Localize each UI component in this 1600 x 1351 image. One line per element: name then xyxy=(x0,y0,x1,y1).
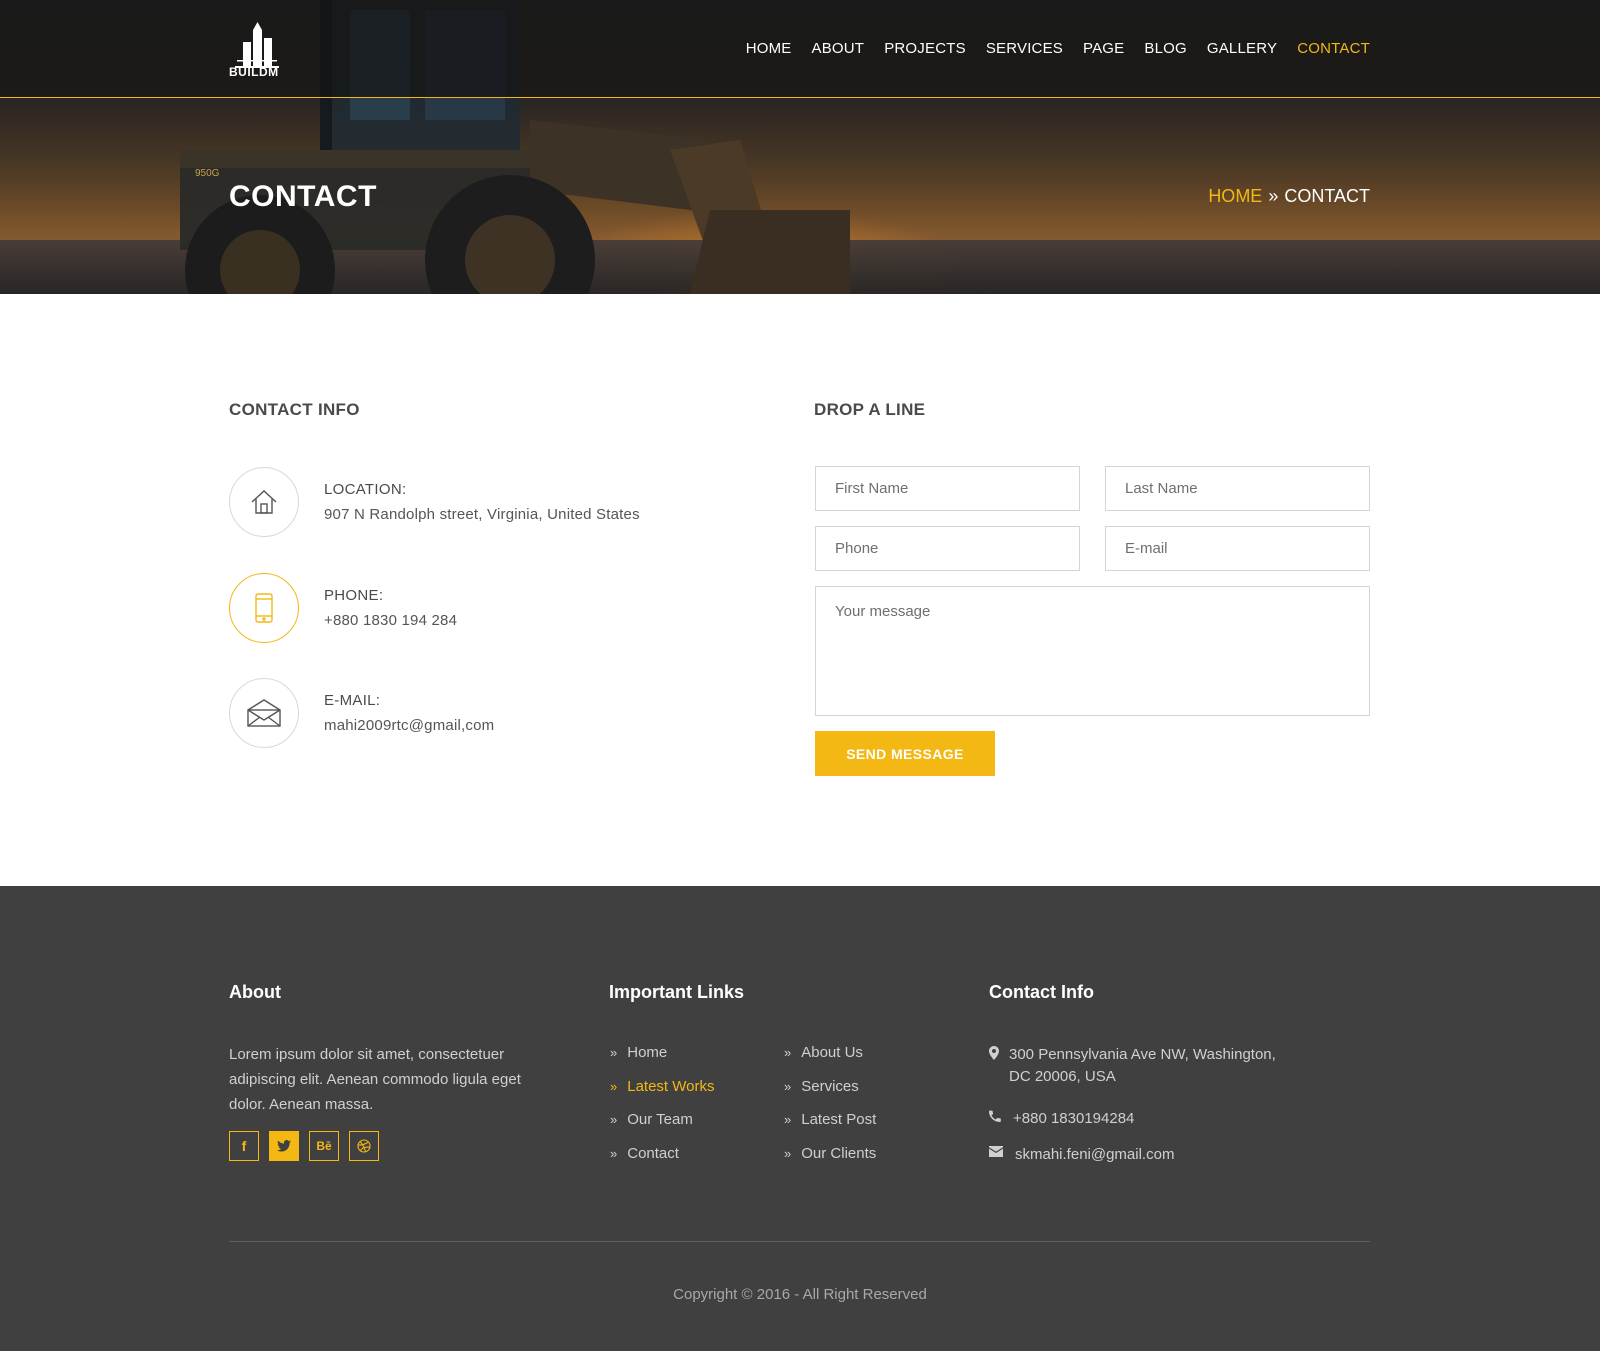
footer-divider xyxy=(229,1241,1370,1242)
nav-gallery[interactable]: GALLERY xyxy=(1207,40,1277,57)
footer-contact-title: Contact Info xyxy=(989,982,1094,1002)
footer-link-about-us[interactable]: » About Us xyxy=(784,1044,863,1061)
last-name-input[interactable] xyxy=(1105,466,1370,511)
first-name-input[interactable] xyxy=(815,466,1080,511)
footer-address-line1: 300 Pennsylvania Ave NW, Washington, xyxy=(1009,1046,1276,1063)
nav-projects[interactable]: PROJECTS xyxy=(884,40,966,57)
location-info: LOCATION: 907 N Randolph street, Virgini… xyxy=(229,467,709,539)
footer-about-text: Lorem ipsum dolor sit amet, consectetuer… xyxy=(229,1046,521,1113)
double-chevron-right-icon: » xyxy=(784,1045,792,1060)
footer-link-our-clients[interactable]: » Our Clients xyxy=(784,1145,876,1162)
phone-value: +880 1830 194 284 xyxy=(324,612,458,629)
phone-label: PHONE: xyxy=(324,587,384,604)
email-label: E-MAIL: xyxy=(324,692,381,709)
machine-model-label: 950G xyxy=(195,168,220,179)
page-banner: 950G BUILDM HOME ABOUT PROJECTS SERVICES… xyxy=(0,0,1600,294)
nav-services[interactable]: SERVICES xyxy=(986,40,1063,57)
map-marker-icon xyxy=(989,1046,999,1060)
footer-link-home[interactable]: » Home xyxy=(610,1044,667,1061)
dribbble-icon[interactable] xyxy=(349,1131,379,1161)
double-chevron-right-icon: » xyxy=(784,1146,792,1161)
home-icon xyxy=(229,467,299,537)
page-title: CONTACT xyxy=(229,180,377,213)
breadcrumb: HOME » CONTACT xyxy=(1208,186,1370,207)
nav-about[interactable]: ABOUT xyxy=(812,40,865,57)
footer-email: skmahi.feni@gmail.com xyxy=(989,1144,1174,1166)
facebook-icon[interactable]: f xyxy=(229,1131,259,1161)
footer-phone-value: +880 1830194284 xyxy=(1013,1110,1135,1127)
nav-blog[interactable]: BLOG xyxy=(1144,40,1186,57)
breadcrumb-current: CONTACT xyxy=(1284,186,1370,206)
behance-icon[interactable]: Bē xyxy=(309,1131,339,1161)
phone-input[interactable] xyxy=(815,526,1080,571)
mobile-phone-icon xyxy=(229,573,299,643)
footer-link-latest-works[interactable]: » Latest Works xyxy=(610,1078,715,1095)
double-chevron-right-icon: » xyxy=(784,1079,792,1094)
send-message-button[interactable]: SEND MESSAGE xyxy=(815,731,995,776)
double-chevron-right-icon: » xyxy=(610,1045,618,1060)
nav-contact[interactable]: CONTACT xyxy=(1297,40,1370,57)
nav-page[interactable]: PAGE xyxy=(1083,40,1124,57)
twitter-glyph xyxy=(277,1140,291,1152)
footer-link-label: Latest Works xyxy=(627,1078,715,1095)
twitter-icon[interactable] xyxy=(269,1131,299,1161)
dribbble-glyph xyxy=(357,1139,371,1153)
footer-link-label: Services xyxy=(801,1078,859,1095)
double-chevron-right-icon: » xyxy=(610,1079,618,1094)
email-input[interactable] xyxy=(1105,526,1370,571)
phone-info: PHONE: +880 1830 194 284 xyxy=(229,573,709,645)
breadcrumb-separator-icon: » xyxy=(1268,186,1279,206)
drop-a-line-title: DROP A LINE xyxy=(814,400,926,419)
footer-address-line2: DC 20006, USA xyxy=(1009,1068,1116,1085)
facebook-glyph: f xyxy=(241,1138,247,1154)
email-info: E-MAIL: mahi2009rtc@gmail,com xyxy=(229,678,709,750)
footer-phone: +880 1830194284 xyxy=(989,1108,1134,1130)
main-nav: HOME ABOUT PROJECTS SERVICES PAGE BLOG G… xyxy=(726,40,1370,57)
footer-link-label: Contact xyxy=(627,1145,679,1162)
footer-link-our-team[interactable]: » Our Team xyxy=(610,1111,693,1128)
behance-glyph: Bē xyxy=(316,1139,332,1153)
footer-link-latest-post[interactable]: » Latest Post xyxy=(784,1111,876,1128)
nav-home[interactable]: HOME xyxy=(746,40,792,57)
footer-link-services[interactable]: » Services xyxy=(784,1078,859,1095)
footer-email-value[interactable]: skmahi.feni@gmail.com xyxy=(1015,1144,1174,1166)
footer-links-title: Important Links xyxy=(609,982,745,1002)
breadcrumb-home-link[interactable]: HOME xyxy=(1208,186,1262,207)
location-value: 907 N Randolph street, Virginia, United … xyxy=(324,506,640,523)
envelope-icon xyxy=(229,678,299,748)
footer-link-label: Latest Post xyxy=(801,1111,877,1128)
footer-link-label: Our Clients xyxy=(801,1145,877,1162)
phone-icon xyxy=(989,1110,1001,1122)
contact-info-title: CONTACT INFO xyxy=(229,400,360,419)
footer-link-label: Home xyxy=(627,1044,668,1061)
brand-name[interactable]: BUILDM xyxy=(229,65,279,79)
message-textarea[interactable] xyxy=(815,586,1370,716)
footer-link-contact[interactable]: » Contact xyxy=(610,1145,679,1162)
location-label: LOCATION: xyxy=(324,481,407,498)
copyright-text: Copyright © 2016 - All Right Reserved xyxy=(673,1286,927,1303)
footer-link-label: About Us xyxy=(801,1044,863,1061)
footer: About Lorem ipsum dolor sit amet, consec… xyxy=(0,886,1600,1351)
double-chevron-right-icon: » xyxy=(784,1112,792,1127)
double-chevron-right-icon: » xyxy=(610,1112,618,1127)
footer-about-title: About xyxy=(229,982,281,1002)
envelope-icon xyxy=(989,1146,1003,1157)
footer-address: 300 Pennsylvania Ave NW, Washington, DC … xyxy=(989,1044,1276,1088)
double-chevron-right-icon: » xyxy=(610,1146,618,1161)
email-value: mahi2009rtc@gmail,com xyxy=(324,717,495,734)
footer-link-label: Our Team xyxy=(627,1111,693,1128)
